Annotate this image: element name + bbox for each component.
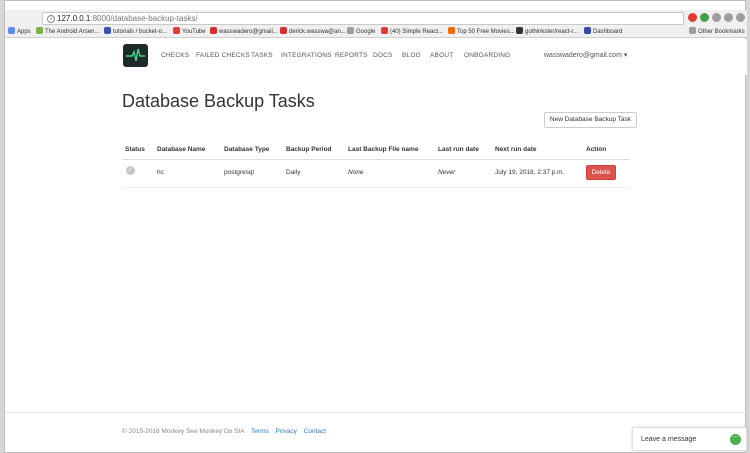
- pulse-icon: [126, 48, 145, 62]
- bookmark[interactable]: gothinkster/react-r...: [516, 27, 578, 37]
- copyright: © 2015-2016 Monkey See Monkey Do SIA: [122, 428, 245, 435]
- bookmark[interactable]: Google: [347, 27, 375, 37]
- header-database-name: Database Name: [157, 146, 206, 153]
- youtube-icon: [173, 27, 180, 34]
- cell-last-run-date: Never: [438, 169, 456, 176]
- url-text: 127.0.0.1:8000/database-backup-tasks/: [57, 14, 198, 23]
- cell-database-type: postgresql: [224, 169, 254, 176]
- nav-failed-checks[interactable]: FAILED CHECKS: [196, 52, 250, 59]
- bookmark[interactable]: YouTube: [173, 27, 206, 37]
- bookmark-apps[interactable]: Apps: [8, 27, 31, 37]
- divider: [122, 187, 630, 188]
- footer-link-contact[interactable]: Contact: [304, 428, 326, 435]
- user-menu[interactable]: wasswadero@gmail.com ▾: [544, 51, 627, 59]
- info-icon[interactable]: i: [47, 15, 55, 23]
- apps-icon: [8, 27, 15, 34]
- url-host: 127.0.0.1: [57, 14, 91, 23]
- chat-widget[interactable]: Leave a message: [632, 427, 747, 451]
- nav-onboarding[interactable]: ONBOARDING: [464, 52, 510, 59]
- google-icon: [347, 27, 354, 34]
- header-status: Status: [125, 146, 145, 153]
- footer-link-terms[interactable]: Terms: [251, 428, 269, 435]
- cell-database-name: hc: [157, 169, 164, 176]
- divider: [122, 159, 630, 160]
- footer-divider: [5, 412, 747, 413]
- header-next-run-date: Next run date: [495, 146, 537, 153]
- gmail-icon: [210, 27, 217, 34]
- cell-next-run-date: July 19, 2018, 2:37 p.m.: [495, 169, 565, 176]
- bookmark[interactable]: Top 50 Free Movies...: [448, 27, 515, 37]
- navbar: CHECKS FAILED CHECKS TASKS INTEGRATIONS …: [5, 39, 747, 75]
- nav-docs[interactable]: DOCS: [373, 52, 393, 59]
- bookmark[interactable]: Dashboard: [584, 27, 622, 37]
- header-action: Action: [586, 146, 607, 153]
- extension-icon[interactable]: [688, 13, 697, 22]
- github-icon: [516, 27, 523, 34]
- footer-link-privacy[interactable]: Privacy: [276, 428, 297, 435]
- check-circle-icon: ✓: [126, 166, 135, 175]
- youtube-icon: [381, 27, 388, 34]
- browser-window: i 127.0.0.1:8000/database-backup-tasks/ …: [4, 0, 747, 453]
- header-last-run-date: Last run date: [438, 146, 479, 153]
- logo-icon[interactable]: [123, 44, 148, 67]
- nav-integrations[interactable]: INTEGRATIONS: [281, 52, 332, 59]
- bookmark[interactable]: tutorials / bucket-o...: [104, 27, 167, 37]
- bookmark[interactable]: (40) Simple React...: [381, 27, 443, 37]
- header-database-type: Database Type: [224, 146, 270, 153]
- android-icon: [36, 27, 43, 34]
- cell-last-backup-file: None: [348, 169, 364, 176]
- nav-checks[interactable]: CHECKS: [161, 52, 189, 59]
- address-row: i 127.0.0.1:8000/database-backup-tasks/ …: [5, 10, 747, 26]
- nav-about[interactable]: ABOUT: [430, 52, 453, 59]
- new-backup-task-button[interactable]: New Database Backup Task: [544, 112, 637, 128]
- movies-icon: [448, 27, 455, 34]
- bookmark[interactable]: derick.wasswa@an...: [280, 27, 346, 37]
- delete-button[interactable]: Delete: [586, 165, 616, 180]
- nav-blog[interactable]: BLOG: [402, 52, 421, 59]
- page-title: Database Backup Tasks: [122, 91, 315, 111]
- footer: © 2015-2016 Monkey See Monkey Do SIA Ter…: [122, 428, 326, 435]
- chat-label: Leave a message: [641, 436, 697, 443]
- nav-reports[interactable]: REPORTS: [335, 52, 368, 59]
- bitbucket-icon: [104, 27, 111, 34]
- bookmark[interactable]: wasswadero@gmail...: [210, 27, 278, 37]
- folder-icon: [689, 27, 696, 34]
- dashboard-icon: [584, 27, 591, 34]
- extension-icon[interactable]: [724, 13, 733, 22]
- bookmark[interactable]: The Android Arsen...: [36, 27, 99, 37]
- nav-tasks[interactable]: TASKS: [251, 52, 273, 59]
- extension-icon[interactable]: [712, 13, 721, 22]
- extension-icon[interactable]: [700, 13, 709, 22]
- cell-backup-period: Daily: [286, 169, 301, 176]
- url-path: :8000/database-backup-tasks/: [90, 14, 198, 23]
- header-backup-period: Backup Period: [286, 146, 332, 153]
- bookmark-other[interactable]: Other Bookmarks: [689, 27, 745, 37]
- header-last-backup-file: Last Backup File name: [348, 146, 419, 153]
- address-bar[interactable]: i 127.0.0.1:8000/database-backup-tasks/ …: [42, 12, 721, 25]
- gmail-icon: [280, 27, 287, 34]
- chat-bubble-icon[interactable]: [730, 432, 741, 445]
- bookmarks-bar: Apps The Android Arsen... tutorials / bu…: [5, 26, 747, 38]
- extension-icon[interactable]: [736, 13, 745, 22]
